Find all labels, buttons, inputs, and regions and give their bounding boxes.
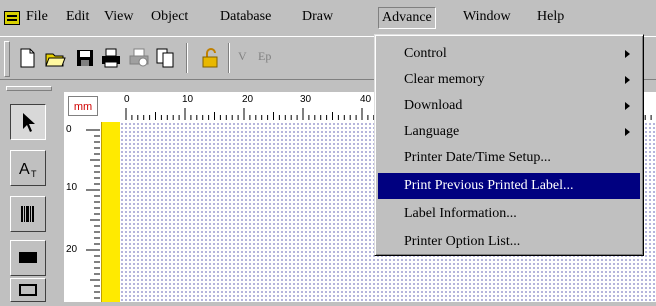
menu-item-control[interactable]: Control [378,41,640,67]
new-icon[interactable] [16,47,38,69]
menu-advance[interactable]: Advance [378,7,436,29]
menu-item-label-information[interactable]: Label Information... [378,201,640,227]
menu-file[interactable]: File [26,9,48,25]
toolbar-grip[interactable] [4,41,10,77]
menu-view[interactable]: View [104,9,133,25]
menu-draw[interactable]: Draw [302,9,333,25]
svg-text:T: T [31,169,37,179]
submenu-arrow-icon [625,76,630,84]
menu-help[interactable]: Help [537,9,564,25]
save-icon[interactable] [74,47,96,69]
ruler-label: 40 [360,94,372,105]
vertical-ruler: 0 10 20 [64,122,100,302]
submenu-arrow-icon [625,102,630,110]
label-margin-bar [101,122,120,302]
text-tool-icon[interactable]: AT [10,150,46,186]
ruler-label: 0 [124,94,130,105]
ruler-unit[interactable]: mm [68,96,98,116]
svg-text:A: A [19,161,30,178]
submenu-arrow-icon [625,50,630,58]
menu-item-clear-memory[interactable]: Clear memory [378,67,640,93]
advance-dropdown-menu: Control Clear memory Download Language P… [374,34,644,256]
menu-item-language[interactable]: Language [378,119,640,145]
barcode-tool-icon[interactable] [10,196,46,232]
toolbar-separator [228,43,230,73]
menu-item-printer-date-time-setup[interactable]: Printer Date/Time Setup... [378,145,640,171]
menu-window[interactable]: Window [463,9,511,25]
tool-palette: AT [0,80,56,302]
select-arrow-icon[interactable] [10,104,46,140]
menu-bar: File Edit View Object Database Draw Adva… [0,0,656,34]
print-preview-icon[interactable] [128,47,150,69]
app-document-icon[interactable] [4,11,20,25]
menu-item-print-previous-printed-label[interactable]: Print Previous Printed Label... [378,173,640,199]
menu-edit[interactable]: Edit [66,9,89,25]
ruler-label: 20 [66,244,78,255]
ruler-label: 30 [300,94,312,105]
palette-grip[interactable] [6,86,52,91]
open-icon[interactable] [44,47,66,69]
menu-item-download[interactable]: Download [378,93,640,119]
filled-rect-icon[interactable] [10,240,46,276]
ep-icon[interactable]: Ep [258,49,271,64]
ruler-label: 20 [242,94,254,105]
rect-tool-icon[interactable] [10,278,46,302]
toolbar-separator [186,43,188,73]
ruler-label: 0 [66,124,72,135]
v-icon[interactable]: V [238,49,247,64]
copy-icon[interactable] [154,47,176,69]
lock-icon[interactable] [200,47,222,69]
menu-database[interactable]: Database [220,9,271,25]
menu-object[interactable]: Object [151,9,188,25]
ruler-label: 10 [182,94,194,105]
ruler-label: 10 [66,182,78,193]
print-icon[interactable] [100,47,122,69]
submenu-arrow-icon [625,128,630,136]
menu-item-printer-option-list[interactable]: Printer Option List... [378,229,640,255]
